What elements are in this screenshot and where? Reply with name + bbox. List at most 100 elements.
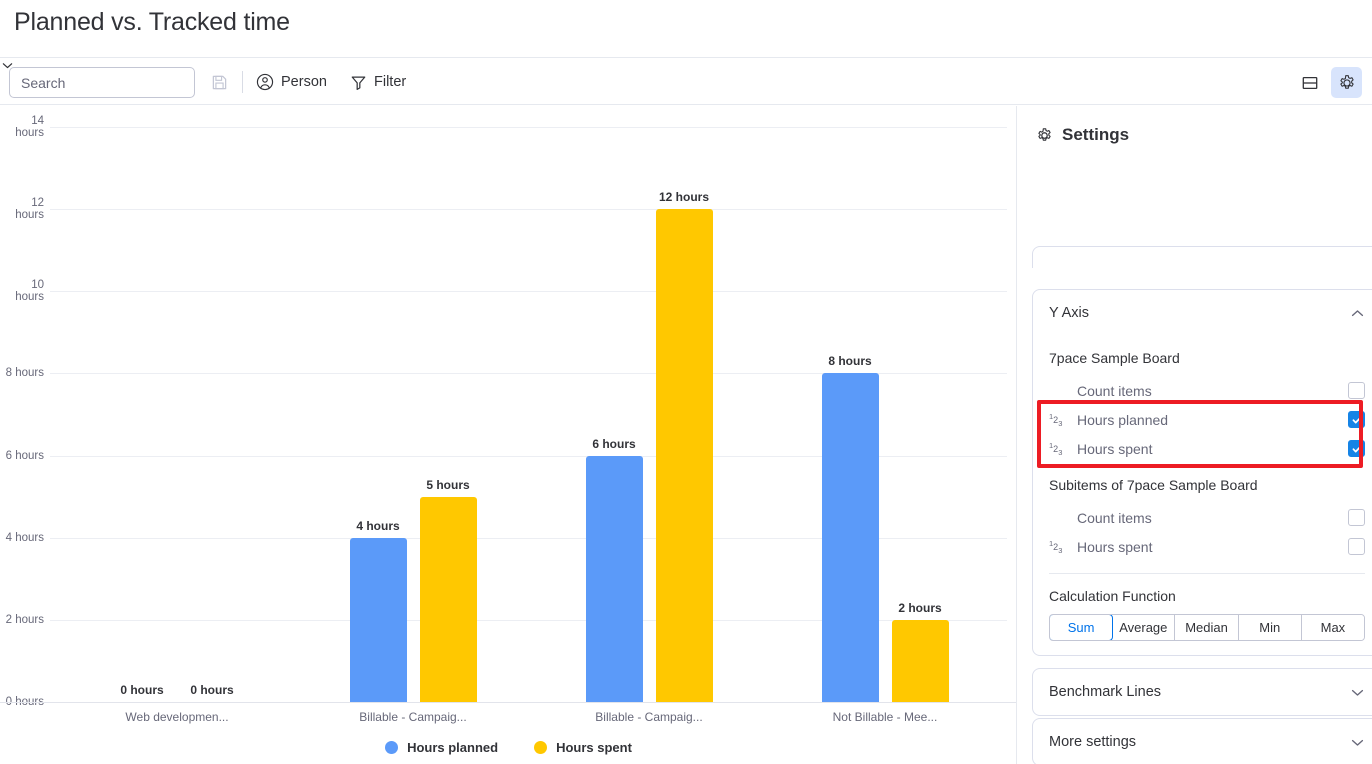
section-header[interactable]: More settings (1033, 719, 1372, 764)
bar-value-label: 12 hours (659, 190, 709, 204)
save-icon-glyph (211, 74, 228, 91)
legend-color-dot (385, 741, 398, 754)
option-label: Hours spent (1077, 539, 1348, 555)
settings-section-benchmark-lines[interactable]: Benchmark Lines (1032, 668, 1372, 716)
calc-option-median[interactable]: Median (1175, 615, 1238, 640)
option-row-count-items[interactable]: Count items (1049, 503, 1365, 532)
checkbox-unchecked[interactable] (1348, 538, 1365, 555)
option-row-hours-planned[interactable]: 123 Hours planned (1049, 405, 1365, 434)
legend-item[interactable]: Hours planned (385, 740, 498, 755)
y-axis-tick-label: 14 hours (0, 115, 44, 139)
checkmark-icon (1351, 414, 1363, 426)
bar-hours-planned[interactable] (586, 456, 643, 702)
legend-item[interactable]: Hours spent (534, 740, 632, 755)
bar-value-label: 5 hours (426, 478, 469, 492)
option-row-hours-spent[interactable]: 123 Hours spent (1049, 532, 1365, 561)
section-header[interactable]: Benchmark Lines (1033, 669, 1372, 715)
option-label: Count items (1077, 510, 1348, 526)
numeric-field-icon: 123 (1049, 539, 1071, 555)
checkmark-icon (1351, 443, 1363, 455)
numeric-field-icon: 123 (1049, 412, 1071, 428)
bar-chart-plot: 0 hours 2 hours 4 hours 6 hours 8 hours 10 ho… (0, 106, 1017, 706)
gridline (50, 291, 1007, 292)
gridline (50, 209, 1007, 210)
bar-hours-spent[interactable] (892, 620, 949, 702)
y-axis-section: Y Axis 7pace Sample Board Count items 123 H… (1032, 289, 1372, 656)
y-axis-label: Y Axis (1049, 305, 1089, 321)
bar-value-label: 0 hours (120, 683, 163, 697)
option-row-hours-spent[interactable]: 123 Hours spent (1049, 434, 1365, 463)
x-axis-category-label: Billable - Campaig... (595, 710, 702, 724)
settings-title-label: Settings (1062, 125, 1129, 145)
toolbar: Person Filter (0, 57, 1372, 105)
calc-option-min[interactable]: Min (1239, 615, 1302, 640)
bar-hours-spent[interactable] (420, 497, 477, 702)
option-row-count-items[interactable]: Count items (1049, 376, 1365, 405)
x-axis-category-label: Web developmen... (125, 710, 228, 724)
settings-gear-button[interactable] (1331, 67, 1362, 98)
toolbar-right-actions (1294, 67, 1362, 98)
bar-value-label: 8 hours (828, 354, 871, 368)
bar-value-label: 2 hours (898, 601, 941, 615)
person-icon (256, 73, 274, 91)
y-axis-tick-label: 12 hours (0, 197, 44, 221)
section-label: More settings (1049, 734, 1136, 750)
section-label: Benchmark Lines (1049, 684, 1161, 700)
filter-chevron-down-icon[interactable] (0, 58, 1372, 73)
settings-panel-title: Settings (1036, 125, 1129, 145)
calc-option-sum[interactable]: Sum (1049, 614, 1113, 641)
person-filter-button[interactable]: Person (256, 70, 327, 94)
option-label: Hours spent (1077, 441, 1348, 457)
x-axis-category-label: Billable - Campaig... (359, 710, 466, 724)
y-axis-tick-label: 2 hours (0, 614, 44, 626)
chevron-down-icon[interactable] (1349, 684, 1366, 701)
bar-hours-spent[interactable] (656, 209, 713, 702)
legend-label: Hours planned (407, 740, 498, 755)
search-input[interactable] (19, 74, 204, 92)
y-axis-section-header[interactable]: Y Axis (1033, 290, 1372, 336)
chevron-up-icon[interactable] (1349, 305, 1366, 322)
option-group-title: 7pace Sample Board (1049, 336, 1365, 376)
x-axis-category-label: Not Billable - Mee... (833, 710, 938, 724)
chart-pane: 0 hours 2 hours 4 hours 6 hours 8 hours 10 ho… (0, 106, 1017, 764)
page-title: Planned vs. Tracked time (14, 8, 290, 37)
legend-color-dot (534, 741, 547, 754)
gear-icon (1338, 74, 1356, 92)
bar-value-label: 4 hours (356, 519, 399, 533)
checkbox-checked[interactable] (1348, 411, 1365, 428)
calc-option-max[interactable]: Max (1302, 615, 1364, 640)
option-group-title: Subitems of 7pace Sample Board (1049, 463, 1365, 503)
filter-button[interactable]: Filter (350, 70, 406, 94)
option-label: Count items (1077, 383, 1348, 399)
checkbox-unchecked[interactable] (1348, 509, 1365, 526)
y-axis-tick-label: 4 hours (0, 532, 44, 544)
legend-label: Hours spent (556, 740, 632, 755)
calculation-function-label: Calculation Function (1049, 574, 1365, 614)
checkbox-unchecked[interactable] (1348, 382, 1365, 399)
chart-legend: Hours planned Hours spent (0, 740, 1017, 755)
person-label: Person (281, 74, 327, 90)
gear-icon (1036, 127, 1053, 144)
option-label: Hours planned (1077, 412, 1348, 428)
y-axis-tick-label: 6 hours (0, 450, 44, 462)
settings-panel: Settings Y Axis 7pace Sample Board Count … (1018, 106, 1372, 764)
filter-icon (350, 74, 367, 91)
calc-option-average[interactable]: Average (1112, 615, 1175, 640)
split-view-icon[interactable] (1294, 67, 1325, 98)
chevron-down-icon[interactable] (1349, 734, 1366, 751)
bar-value-label: 0 hours (190, 683, 233, 697)
search-input-wrapper[interactable] (9, 67, 195, 98)
calculation-function-segmented-control: SumAverageMedianMinMax (1049, 614, 1365, 641)
toolbar-divider (242, 71, 243, 93)
numeric-field-icon: 123 (1049, 441, 1071, 457)
settings-section-more-settings[interactable]: More settings (1032, 718, 1372, 764)
bar-value-label: 6 hours (592, 437, 635, 451)
gridline (50, 127, 1007, 128)
y-axis-tick-label: 8 hours (0, 367, 44, 379)
bar-hours-planned[interactable] (350, 538, 407, 702)
y-axis-section-body: 7pace Sample Board Count items 123 Hours pl… (1033, 336, 1372, 655)
bar-hours-planned[interactable] (822, 373, 879, 702)
checkbox-checked[interactable] (1348, 440, 1365, 457)
save-floppy-icon[interactable] (207, 70, 231, 94)
y-axis-tick-label: 10 hours (0, 279, 44, 303)
